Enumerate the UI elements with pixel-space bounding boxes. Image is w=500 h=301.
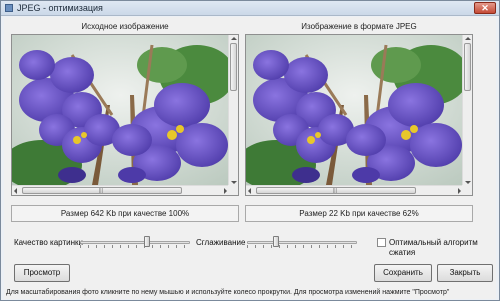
title-bar[interactable]: JPEG - оптимизация ✕ xyxy=(1,1,499,16)
violet-photo-image xyxy=(12,35,229,186)
optimal-algorithm-label: Оптимальный алгоритм сжатия xyxy=(389,238,478,257)
original-horizontal-scrollbar[interactable]: ||| xyxy=(12,185,229,195)
jpeg-image-caption: Изображение в формате JPEG xyxy=(301,22,417,31)
scroll-down-arrow-icon[interactable] xyxy=(231,181,237,184)
original-size-info: Размер 642 Kb при качестве 100% xyxy=(11,205,239,222)
preview-button[interactable]: Просмотр xyxy=(14,264,70,282)
smoothing-slider[interactable] xyxy=(247,235,357,249)
jpeg-optimization-window: JPEG - оптимизация ✕ Исходное изображени… xyxy=(0,0,500,301)
grip-icon: ||| xyxy=(333,188,337,194)
app-icon xyxy=(5,4,13,12)
scroll-left-arrow-icon[interactable] xyxy=(248,188,251,194)
vertical-scroll-thumb[interactable] xyxy=(230,43,237,91)
original-photo[interactable] xyxy=(12,35,229,186)
horizontal-scroll-thumb[interactable]: ||| xyxy=(256,187,416,194)
jpeg-vertical-scrollbar[interactable] xyxy=(462,35,472,186)
jpeg-image-panel: Изображение в формате JPEG ||| Размер 22… xyxy=(245,21,473,234)
optimal-algorithm-checkbox[interactable] xyxy=(377,238,386,247)
jpeg-photo[interactable] xyxy=(246,35,463,186)
scroll-left-arrow-icon[interactable] xyxy=(14,188,17,194)
window-title: JPEG - оптимизация xyxy=(17,3,103,13)
smoothing-slider-track xyxy=(247,241,357,244)
quality-slider-ticks xyxy=(80,245,190,248)
quality-slider-track xyxy=(80,241,190,244)
save-button[interactable]: Сохранить xyxy=(374,264,432,282)
quality-slider[interactable] xyxy=(80,235,190,249)
scrollbar-corner xyxy=(228,185,238,195)
horizontal-scroll-thumb[interactable]: ||| xyxy=(22,187,182,194)
original-image-caption: Исходное изображение xyxy=(81,22,169,31)
scroll-up-arrow-icon[interactable] xyxy=(231,37,237,40)
quality-label: Качество картинки xyxy=(14,238,83,247)
status-bar: Для масштабирования фото кликните по нем… xyxy=(6,289,450,296)
quality-slider-thumb[interactable] xyxy=(144,236,150,247)
jpeg-horizontal-scrollbar[interactable]: ||| xyxy=(246,185,463,195)
original-image-panel: Исходное изображение ||| Размер 642 Kb п… xyxy=(11,21,239,234)
original-image-viewport[interactable]: ||| xyxy=(11,34,239,196)
scroll-down-arrow-icon[interactable] xyxy=(465,181,471,184)
jpeg-size-info: Размер 22 Kb при качестве 62% xyxy=(245,205,473,222)
original-vertical-scrollbar[interactable] xyxy=(228,35,238,186)
scroll-up-arrow-icon[interactable] xyxy=(465,37,471,40)
scrollbar-corner xyxy=(462,185,472,195)
close-button[interactable]: Закрыть xyxy=(437,264,493,282)
violet-photo-image xyxy=(246,35,463,186)
vertical-scroll-thumb[interactable] xyxy=(464,43,471,91)
grip-icon: ||| xyxy=(99,188,103,194)
dialog-client-area: Исходное изображение ||| Размер 642 Kb п… xyxy=(4,17,496,299)
scroll-right-arrow-icon[interactable] xyxy=(224,188,227,194)
window-close-button[interactable]: ✕ xyxy=(474,2,496,14)
scroll-right-arrow-icon[interactable] xyxy=(458,188,461,194)
jpeg-image-viewport[interactable]: ||| xyxy=(245,34,473,196)
smoothing-slider-thumb[interactable] xyxy=(273,236,279,247)
smoothing-slider-ticks xyxy=(247,245,357,248)
smoothing-label: Сглаживание xyxy=(196,238,246,247)
